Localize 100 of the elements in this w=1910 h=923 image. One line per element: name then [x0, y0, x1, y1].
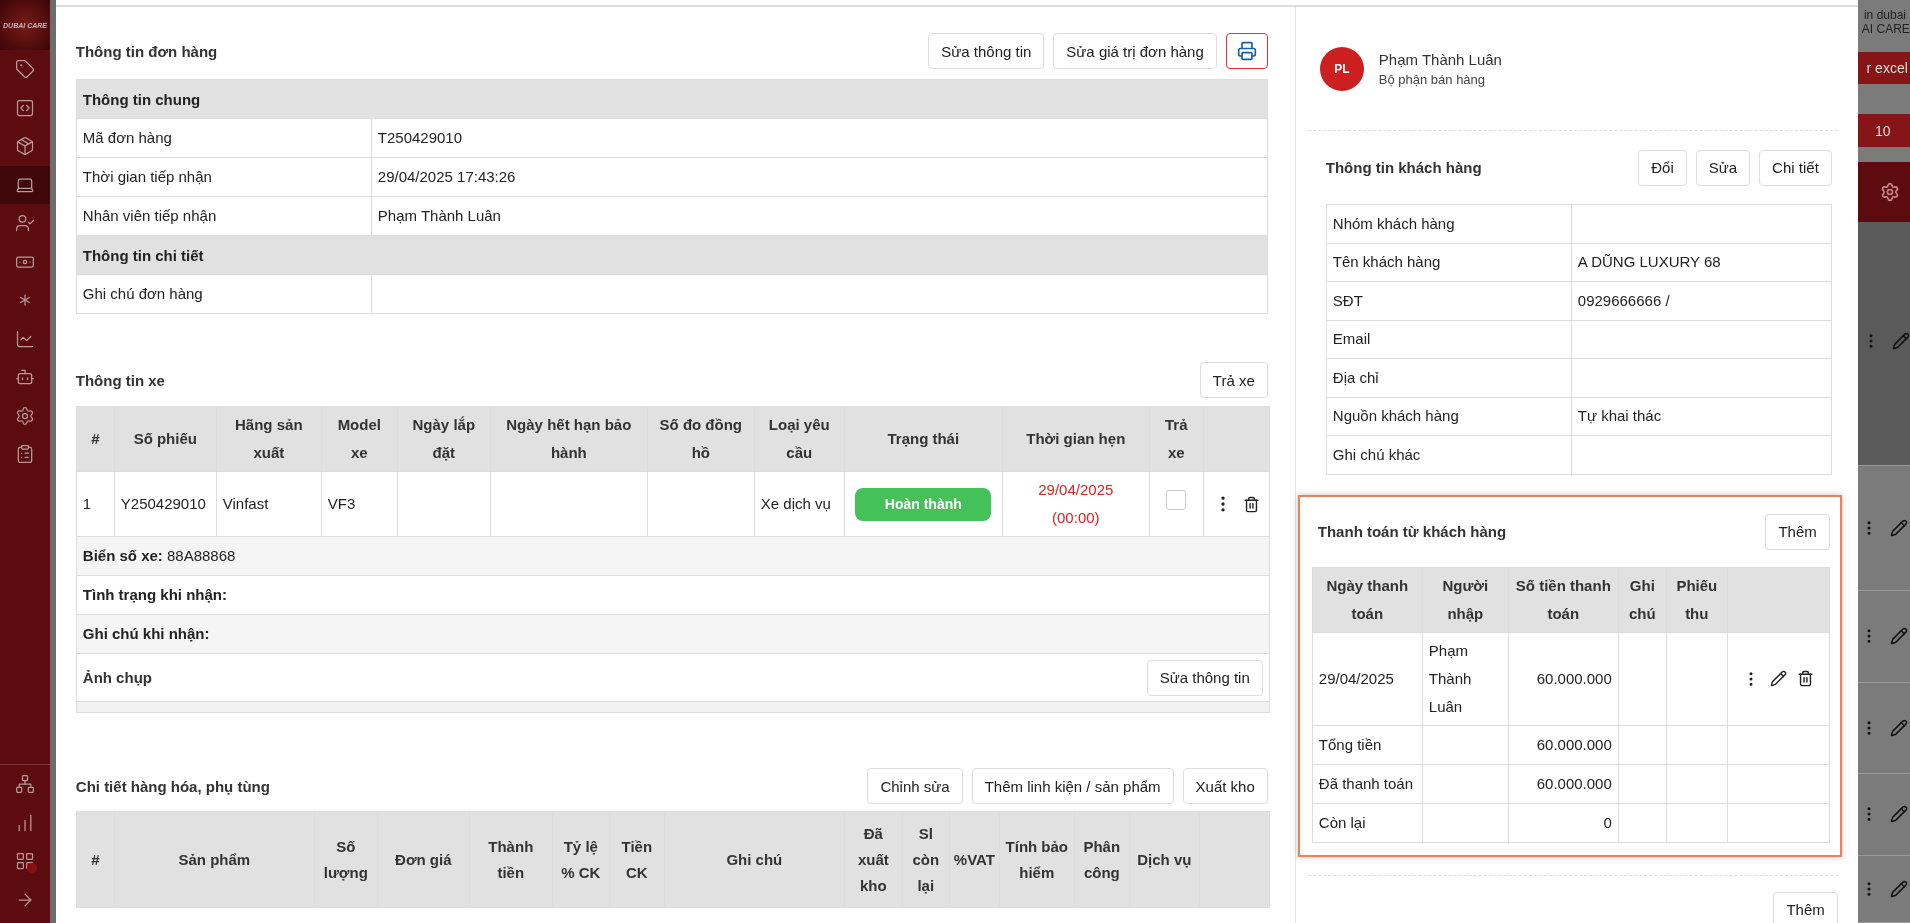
action-button[interactable]: Sửa: [1695, 149, 1751, 186]
table-cell: Tên khách hàng: [1326, 243, 1572, 282]
action-button[interactable]: Thêm linh kiện / sản phẩm: [971, 768, 1174, 804]
employee-role: Bộ phận bán hàng: [1378, 71, 1487, 87]
edit-button[interactable]: Sửa thông tin: [1146, 659, 1263, 696]
grid-icon: [15, 851, 35, 872]
add-button[interactable]: Thêm: [1765, 513, 1830, 550]
table-cell: Biển số xe: 88A88868: [76, 536, 1270, 576]
column-header: Tính bảo hiểm: [999, 811, 1075, 908]
column-header: Phân công: [1074, 811, 1130, 908]
column-header: Dịch vụ: [1129, 811, 1200, 908]
table-section-heading: Thông tin chi tiết: [76, 235, 1268, 275]
edit-button[interactable]: Sửa giá trị đơn hàng: [1053, 33, 1217, 69]
photo-label: Ảnh chụp: [82, 667, 152, 688]
table-cell: Nhân viên tiếp nhận: [76, 196, 372, 236]
table-cell: Y250429010: [114, 471, 217, 537]
column-header: Sl còn lại: [902, 811, 950, 908]
action-button[interactable]: Đổi: [1638, 149, 1687, 186]
column-header: Thời gian hẹn: [1002, 406, 1150, 472]
table-cell: Ghi chú khác: [1326, 435, 1572, 474]
table-cell: Đã thanh toán: [1312, 764, 1423, 803]
table-cell: T250429010: [371, 118, 1268, 158]
checkbox[interactable]: [1166, 489, 1187, 510]
table-cell: 0929666666 /: [1571, 281, 1832, 320]
column-header: #: [76, 406, 115, 472]
table-cell: Email: [1326, 320, 1572, 359]
settings-icon: [15, 405, 35, 426]
column-header: %VAT: [949, 811, 1000, 908]
table-cell: Mã đơn hàng: [76, 118, 372, 158]
column-header: Số lượng: [314, 811, 378, 908]
print-button[interactable]: [1225, 33, 1268, 69]
column-header: Model xe: [321, 406, 398, 472]
count-badge: 10: [1857, 114, 1910, 148]
action-button[interactable]: Xuất kho: [1182, 768, 1268, 804]
table-cell: Vinfast: [216, 471, 322, 537]
column-header: Phiếu thu: [1666, 567, 1728, 632]
trash-icon[interactable]: [1242, 495, 1260, 513]
column-header: Hãng sản xuất: [216, 406, 322, 472]
status-badge: Hoàn thành: [855, 487, 992, 521]
avatar: PL: [1319, 46, 1364, 91]
table-cell: A DŨNG LUXURY 68: [1571, 243, 1832, 282]
return-car-button[interactable]: Trả xe: [1199, 362, 1268, 398]
action-button[interactable]: Chỉnh sửa: [867, 768, 963, 804]
section-title: Thanh toán từ khách hàng: [1317, 523, 1507, 540]
column-header: Số tiền thanh toán: [1508, 567, 1619, 632]
table-cell: Tổng tiền: [1312, 725, 1423, 764]
table-cell: 29/04/2025 17:43:26: [371, 157, 1268, 197]
section-title: Thông tin xe: [75, 371, 165, 389]
action-button[interactable]: Chi tiết: [1759, 149, 1832, 186]
column-header: Đã xuất kho: [844, 811, 903, 908]
clipboard-icon: [15, 444, 35, 465]
table-cell: Ghi chú khi nhận:: [76, 614, 1270, 654]
sidebar-item[interactable]: [0, 165, 50, 204]
column-header: Người nhập: [1422, 567, 1509, 632]
settings-icon[interactable]: [1880, 181, 1900, 202]
column-header: Số phiếu: [114, 406, 217, 472]
column-header: #: [76, 811, 115, 908]
section-title: Chi tiết hàng hóa, phụ tùng: [75, 777, 270, 795]
column-header: Ngày lắp đặt: [397, 406, 491, 472]
print-icon: [1236, 41, 1257, 61]
pencil-icon[interactable]: [1770, 670, 1788, 687]
table-cell: 1: [76, 471, 115, 537]
trash-icon[interactable]: [1797, 670, 1815, 687]
notification-dot: [27, 863, 37, 874]
table-cell: 60.000.000: [1508, 632, 1619, 725]
column-header: Ghi chú: [664, 811, 845, 908]
column-header: Ghi chú: [1618, 567, 1667, 632]
column-header: Tỷ lệ % CK: [552, 811, 610, 908]
sitemap-icon: [15, 774, 35, 795]
export-button[interactable]: r excel: [1857, 51, 1910, 85]
box-icon: [15, 136, 35, 157]
table-cell: SĐT: [1326, 281, 1572, 320]
background-text: AI CARE: [1860, 21, 1910, 36]
table-cell: Nhóm khách hàng: [1326, 204, 1572, 243]
line-chart-icon: [15, 328, 35, 349]
table-cell: Tự khai thác: [1571, 397, 1832, 436]
table-cell: Còn lại: [1312, 803, 1423, 842]
table-cell: Phạm Thành Luân: [371, 196, 1268, 236]
code-icon: [15, 97, 35, 118]
table-cell: Nguồn khách hàng: [1326, 397, 1572, 436]
column-header: Tiền CK: [609, 811, 665, 908]
column-header: Sản phẩm: [114, 811, 315, 908]
employee-name: Phạm Thành Luân: [1378, 50, 1502, 68]
tag-icon: [15, 59, 35, 80]
add-button[interactable]: Thêm: [1773, 891, 1838, 923]
table-cell: 29/04/2025: [1312, 632, 1423, 725]
column-header: Số đo đồng hồ: [647, 406, 755, 472]
table-section-heading: Thông tin chung: [76, 79, 1268, 119]
table-cell: Địa chỉ: [1326, 358, 1572, 397]
column-header: Ngày thanh toán: [1312, 567, 1423, 632]
column-header: Trả xe: [1149, 406, 1204, 472]
user-check-icon: [15, 213, 35, 234]
column-header: Loại yêu cầu: [754, 406, 845, 472]
column-header: Đơn giá: [377, 811, 470, 908]
section-title: Thông tin khách hàng: [1325, 159, 1482, 176]
table-cell: Thời gian tiếp nhận: [76, 157, 372, 197]
table-cell: VF3: [321, 471, 398, 537]
table-cell: Xe dịch vụ: [754, 471, 845, 537]
edit-button[interactable]: Sửa thông tin: [928, 33, 1045, 69]
appointment-time: (00:00): [1051, 508, 1101, 528]
